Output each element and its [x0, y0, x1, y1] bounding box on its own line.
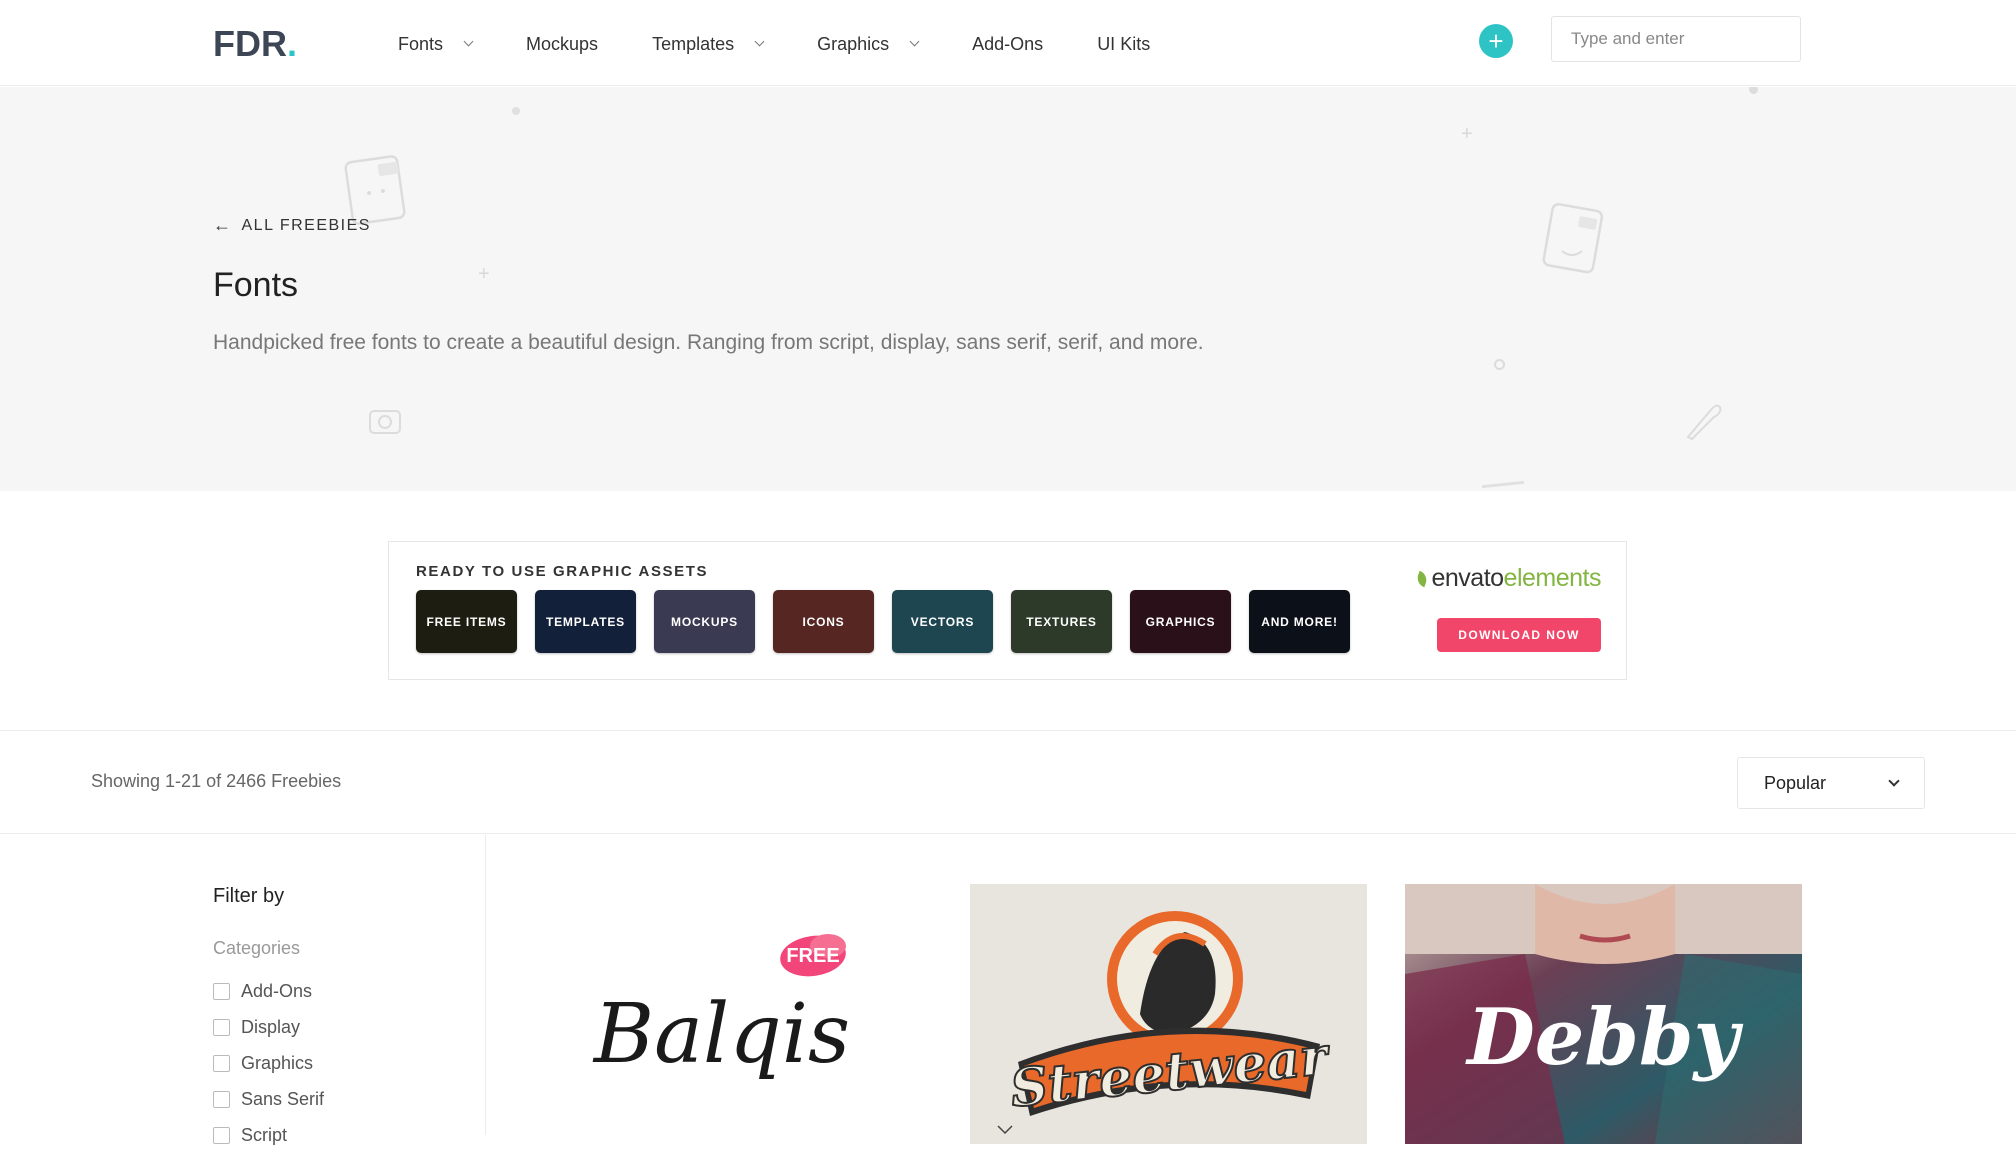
checkbox[interactable] [213, 1090, 230, 1108]
nav-add-ons[interactable]: Add-Ons [972, 34, 1043, 55]
results-count: Showing 1-21 of 2466 Freebies [91, 771, 342, 791]
arrow-left-icon: ← [213, 215, 233, 235]
plus-doodle-icon: + [1461, 123, 1473, 145]
checkbox[interactable] [213, 1018, 230, 1036]
dot-doodle-icon [512, 107, 520, 115]
category-script[interactable]: Script [213, 1117, 324, 1153]
plus-doodle-icon: + [478, 263, 490, 285]
chevron-down-icon [754, 36, 765, 47]
tile-free-items[interactable]: FREE ITEMS [416, 590, 517, 653]
checkbox[interactable] [213, 1054, 230, 1072]
asset-tiles: FREE ITEMS TEMPLATES MOCKUPS ICONS VECTO… [416, 590, 1368, 653]
filter-title: Filter by [213, 885, 285, 907]
dot-doodle-icon [1749, 87, 1758, 94]
page-title: Fonts [213, 266, 299, 304]
category-add-ons[interactable]: Add-Ons [213, 973, 324, 1009]
category-display[interactable]: Display [213, 1009, 324, 1045]
balqis-preview-image: FREE Balqis [592, 934, 850, 1082]
circle-doodle-icon [1494, 359, 1505, 370]
brush-doodle-icon [1686, 404, 1722, 441]
envato-leaf-icon [1415, 570, 1430, 587]
tile-graphics[interactable]: GRAPHICS [1130, 590, 1231, 653]
download-now-button[interactable]: DOWNLOAD NOW [1437, 618, 1601, 652]
chevron-down-icon [909, 36, 920, 47]
banner-title: READY TO USE GRAPHIC ASSETS [416, 563, 709, 580]
nav-graphics[interactable]: Graphics [817, 34, 920, 55]
page-hero: + + ← ALL FREEBIES Fonts Handpicked free… [0, 87, 2016, 491]
nav-mockups[interactable]: Mockups [526, 34, 598, 55]
tile-icons[interactable]: ICONS [773, 590, 874, 653]
sort-select[interactable]: Popular [1737, 757, 1925, 809]
debby-preview-image: Debby [1405, 884, 1802, 1144]
camera-doodle-icon [369, 410, 401, 434]
nav-ui-kits[interactable]: UI Kits [1097, 34, 1150, 55]
category-list: Add-Ons Display Graphics Sans Serif Scri… [213, 973, 324, 1153]
plus-icon: + [1488, 26, 1504, 56]
site-header: FDR. Fonts Mockups Templates Graphics Ad… [0, 0, 2016, 86]
envato-banner[interactable]: READY TO USE GRAPHIC ASSETS FREE ITEMS T… [388, 541, 1627, 680]
font-card-streetwear[interactable]: Streetwear [970, 884, 1367, 1144]
checkbox[interactable] [213, 1126, 230, 1144]
nav-fonts[interactable]: Fonts [398, 34, 474, 55]
search-input[interactable] [1551, 16, 1801, 62]
categories-label: Categories [213, 938, 301, 958]
tile-templates[interactable]: TEMPLATES [535, 590, 636, 653]
line-doodle-icon [1481, 480, 1525, 489]
chevron-down-icon [463, 36, 474, 47]
category-graphics[interactable]: Graphics [213, 1045, 324, 1081]
results-toolbar: Showing 1-21 of 2466 Freebies Popular [0, 730, 2016, 834]
tile-and-more[interactable]: AND MORE! [1249, 590, 1350, 653]
category-sans-serif[interactable]: Sans Serif [213, 1081, 324, 1117]
tile-textures[interactable]: TEXTURES [1011, 590, 1112, 653]
filter-sidebar: Filter by Categories Add-Ons Display Gra… [0, 835, 486, 1145]
all-freebies-link[interactable]: ← ALL FREEBIES [213, 215, 371, 236]
site-logo[interactable]: FDR. [213, 22, 297, 66]
main-nav: Fonts Mockups Templates Graphics Add-Ons… [398, 22, 1204, 66]
page-description: Handpicked free fonts to create a beauti… [213, 331, 1204, 354]
streetwear-preview-image: Streetwear [970, 884, 1367, 1144]
chevron-down-icon [1888, 774, 1900, 787]
document-doodle-icon [1542, 202, 1604, 274]
checkbox[interactable] [213, 982, 230, 1000]
card-title: Balqis [592, 987, 850, 1082]
font-card-balqis[interactable]: FREE Balqis [536, 884, 933, 1144]
tile-vectors[interactable]: VECTORS [892, 590, 993, 653]
tile-mockups[interactable]: MOCKUPS [654, 590, 755, 653]
font-card-debby[interactable]: Debby [1405, 884, 1802, 1144]
free-badge: FREE [786, 945, 839, 967]
nav-templates[interactable]: Templates [652, 34, 765, 55]
envato-elements-logo: envato elements [1415, 564, 1602, 593]
add-button[interactable]: + [1479, 24, 1513, 58]
card-title: Debby [1465, 992, 1743, 1083]
